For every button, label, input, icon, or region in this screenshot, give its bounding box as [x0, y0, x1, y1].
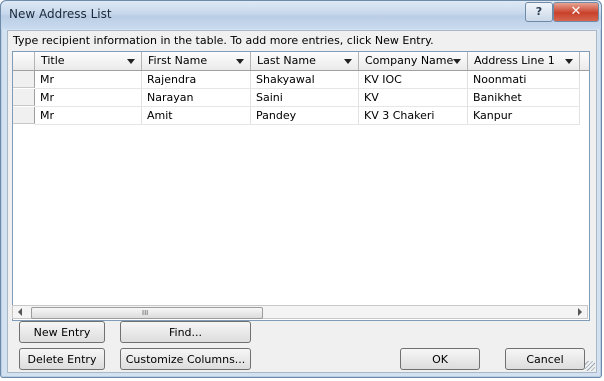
column-header-company-name[interactable]: Company Name [359, 52, 468, 70]
table-cell[interactable]: Pandey [251, 107, 359, 125]
cancel-button[interactable]: Cancel [505, 348, 585, 370]
table-row[interactable]: Mr Narayan Saini KV Banikhet [13, 89, 589, 107]
dropdown-arrow-icon[interactable] [344, 59, 352, 64]
table-cell[interactable]: Mr [35, 71, 142, 89]
table-cell[interactable]: Shakyawal [251, 71, 359, 89]
row-selector[interactable] [13, 89, 35, 106]
title-bar[interactable]: New Address List ? ✕ [1, 1, 601, 29]
table-cell[interactable]: Narayan [142, 89, 251, 107]
customize-columns-button[interactable]: Customize Columns... [120, 348, 251, 370]
dialog-body: Type recipient information in the table.… [7, 30, 597, 373]
close-icon: ✕ [570, 4, 582, 19]
table-cell[interactable]: Kanpur [468, 107, 580, 125]
column-header-address-line-1[interactable]: Address Line 1 [468, 52, 580, 70]
table-cell[interactable]: Noonmati [468, 71, 580, 89]
close-button[interactable]: ✕ [553, 2, 599, 22]
table-cell[interactable]: Mr [35, 89, 142, 107]
help-button[interactable]: ? [525, 2, 553, 22]
table-row[interactable]: Mr Rajendra Shakyawal KV IOC Noonmati [13, 71, 589, 89]
new-entry-button[interactable]: New Entry [19, 321, 105, 343]
dialog-window: New Address List ? ✕ Type recipient info… [0, 0, 602, 378]
dropdown-arrow-icon[interactable] [565, 59, 573, 64]
window-title: New Address List [9, 7, 112, 21]
table-cell[interactable]: KV 3 Chakeri [359, 107, 468, 125]
table-cell[interactable]: Mr [35, 107, 142, 125]
column-header-title[interactable]: Title [35, 52, 142, 70]
header-corner [13, 52, 35, 70]
dropdown-arrow-icon[interactable] [127, 59, 135, 64]
dropdown-arrow-icon[interactable] [236, 59, 244, 64]
horizontal-scrollbar[interactable]: III [12, 305, 588, 319]
table-cell[interactable]: Saini [251, 89, 359, 107]
table-cell[interactable]: Rajendra [142, 71, 251, 89]
column-header-label: Company Name [365, 54, 454, 67]
column-header-label: Title [41, 54, 65, 67]
help-icon: ? [535, 5, 543, 18]
table-cell[interactable]: Banikhet [468, 89, 580, 107]
address-grid[interactable]: Title First Name Last Name Company Name … [12, 51, 590, 321]
table-cell[interactable]: Amit [142, 107, 251, 125]
table-cell[interactable]: KV [359, 89, 468, 107]
table-cell[interactable]: KV IOC [359, 71, 468, 89]
scroll-left-icon[interactable] [18, 308, 22, 316]
column-header-last-name[interactable]: Last Name [251, 52, 359, 70]
dropdown-arrow-icon[interactable] [453, 59, 461, 64]
table-row[interactable]: Mr Amit Pandey KV 3 Chakeri Kanpur [13, 107, 589, 125]
find-button[interactable]: Find... [120, 321, 251, 343]
ok-button[interactable]: OK [400, 348, 480, 370]
row-selector[interactable] [13, 71, 35, 88]
column-header-label: Address Line 1 [474, 54, 555, 67]
row-selector[interactable] [13, 107, 35, 124]
grid-header: Title First Name Last Name Company Name … [13, 52, 589, 71]
scrollbar-thumb[interactable]: III [31, 307, 263, 319]
column-header-first-name[interactable]: First Name [142, 52, 251, 70]
instruction-text: Type recipient information in the table.… [13, 34, 434, 47]
resize-grip-icon[interactable] [585, 361, 595, 371]
scroll-right-icon[interactable] [578, 308, 582, 316]
column-header-label: First Name [148, 54, 208, 67]
delete-entry-button[interactable]: Delete Entry [19, 348, 105, 370]
scroll-grip: III [142, 309, 149, 317]
column-header-label: Last Name [257, 54, 316, 67]
